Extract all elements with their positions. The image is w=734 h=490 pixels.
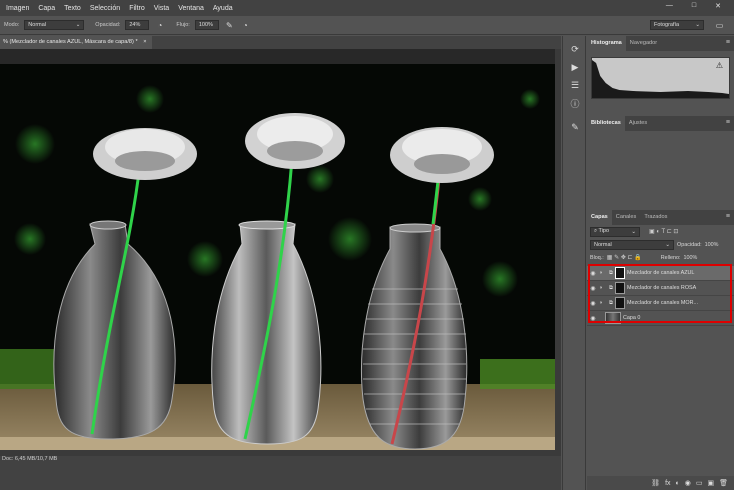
libraries-tabs: Bibliotecas Ajustes ≡ <box>587 116 734 131</box>
menu-filtro[interactable]: Filtro <box>129 5 145 12</box>
flower-middle <box>245 113 345 169</box>
trash-icon[interactable]: 🗑 <box>719 479 728 487</box>
layer-opacity-value[interactable]: 100% <box>705 242 719 248</box>
tab-navegador[interactable]: Navegador <box>626 36 661 51</box>
pressure-opacity-icon[interactable]: ◔ <box>154 20 165 31</box>
layer-filter-row: ⌕ Tipo ⌄ ▣ ◐ T ⊏ ⊡ <box>587 225 734 238</box>
histogram-tabs: Histograma Navegador ≡ <box>587 36 734 51</box>
fill-label: Relleno: <box>660 254 681 261</box>
tab-histograma[interactable]: Histograma <box>587 36 626 51</box>
mode-label: Modo: <box>4 22 20 28</box>
doc-size-status: Doc: 6,45 MB/10,7 MB <box>2 456 58 462</box>
actions-play-icon[interactable]: ▶ <box>563 58 587 76</box>
tab-trazados[interactable]: Trazados <box>640 210 671 225</box>
layers-bottom-bar: ⛓ fx ◐ ◉ ▭ ▣ 🗑 <box>587 476 734 490</box>
maximize-button[interactable]: □ <box>692 2 696 10</box>
menu-seleccion[interactable]: Selección <box>90 5 120 12</box>
menu-ventana[interactable]: Ventana <box>178 5 204 12</box>
layer-opacity-label: Opacidad: <box>677 241 702 248</box>
layers-menu-icon[interactable]: ≡ <box>726 213 730 220</box>
close-window-button[interactable]: ✕ <box>715 2 721 10</box>
blend-row: Normal ⌄ Opacidad: 100% <box>587 238 734 251</box>
tab-ajustes[interactable]: Ajustes <box>625 116 651 131</box>
opacity-input[interactable]: 24% <box>125 20 150 30</box>
photo-canvas[interactable] <box>0 49 555 450</box>
right-panels: Histograma Navegador ≡ ⚠ Bibliotecas Aju… <box>587 36 734 490</box>
tab-canales[interactable]: Canales <box>612 210 641 225</box>
fill-value[interactable]: 100% <box>683 255 697 261</box>
link-layers-icon[interactable]: ⛓ <box>651 479 660 487</box>
opacity-label: Opacidad: <box>95 22 121 28</box>
flow-label: Flujo: <box>176 22 190 28</box>
menu-vista[interactable]: Vista <box>154 5 169 12</box>
flower-right <box>390 127 494 183</box>
minimize-button[interactable]: — <box>666 2 673 10</box>
document-tab-bar: % (Mezclador de canales AZUL, Máscara de… <box>0 36 561 49</box>
new-adjustment-icon[interactable]: ◉ <box>685 479 691 487</box>
properties-icon[interactable]: ☰ <box>563 76 587 94</box>
tab-bibliotecas[interactable]: Bibliotecas <box>587 116 625 131</box>
libraries-content <box>587 131 734 210</box>
adjustment-brush-icon[interactable]: ✎ <box>563 118 587 136</box>
menu-bar: Imagen Capa Texto Selección Filtro Vista… <box>0 0 734 16</box>
new-layer-icon[interactable]: ▣ <box>707 479 714 487</box>
airbrush-icon[interactable]: ✎ <box>224 20 235 31</box>
blend-mode-select[interactable]: Normal ⌄ <box>590 239 674 250</box>
filter-icons[interactable]: ▣ ◐ T ⊏ ⊡ <box>649 228 678 235</box>
menu-ayuda[interactable]: Ayuda <box>213 5 233 12</box>
workspace-select[interactable]: Fotografía ⌄ <box>650 20 704 30</box>
options-bar: Modo: Normal ⌄ Opacidad: 24% ◔ Flujo: 100… <box>0 16 734 35</box>
flow-input[interactable]: 100% <box>194 20 219 30</box>
lock-row: Bloq.: ▦ ✎ ✥ ⊏ 🔒 Relleno: 100% <box>587 251 734 264</box>
mode-select[interactable]: Normal ⌄ <box>24 20 85 30</box>
panel-menu-icon[interactable]: ≡ <box>726 39 730 46</box>
highlight-box <box>588 264 732 323</box>
new-group-icon[interactable]: ▭ <box>696 479 703 487</box>
vertical-scrollbar[interactable] <box>555 49 561 450</box>
close-tab-icon[interactable]: × <box>143 39 146 45</box>
tab-capas[interactable]: Capas <box>587 210 612 225</box>
fx-icon[interactable]: fx <box>665 480 670 487</box>
share-icon[interactable]: ▭ <box>714 20 725 31</box>
pressure-size-icon[interactable]: ◔ <box>240 20 251 31</box>
canvas-area[interactable] <box>0 49 561 450</box>
layers-tabs: Capas Canales Trazados ≡ <box>587 210 734 225</box>
libraries-menu-icon[interactable]: ≡ <box>726 119 730 126</box>
window-controls: — □ ✕ <box>666 2 730 10</box>
menu-imagen[interactable]: Imagen <box>6 5 29 12</box>
histogram-graph: ⚠ <box>591 57 730 99</box>
panel-icon-strip: ⟳ ▶ ☰ ⓘ ✎ <box>562 36 586 490</box>
history-icon[interactable]: ⟳ <box>563 40 587 58</box>
info-icon[interactable]: ⓘ <box>563 94 587 112</box>
menu-capa[interactable]: Capa <box>38 5 55 12</box>
document-tab[interactable]: % (Mezclador de canales AZUL, Máscara de… <box>0 36 152 49</box>
add-mask-icon[interactable]: ◐ <box>676 480 680 487</box>
layer-filter-select[interactable]: ⌕ Tipo ⌄ <box>590 226 640 237</box>
lock-label: Bloq.: <box>590 254 604 261</box>
status-bar: Doc: 6,45 MB/10,7 MB <box>0 456 561 490</box>
flower-left <box>93 128 197 180</box>
warning-icon[interactable]: ⚠ <box>716 61 723 70</box>
menu-texto[interactable]: Texto <box>64 5 81 12</box>
lock-icons[interactable]: ▦ ✎ ✥ ⊏ 🔒 <box>607 254 642 261</box>
